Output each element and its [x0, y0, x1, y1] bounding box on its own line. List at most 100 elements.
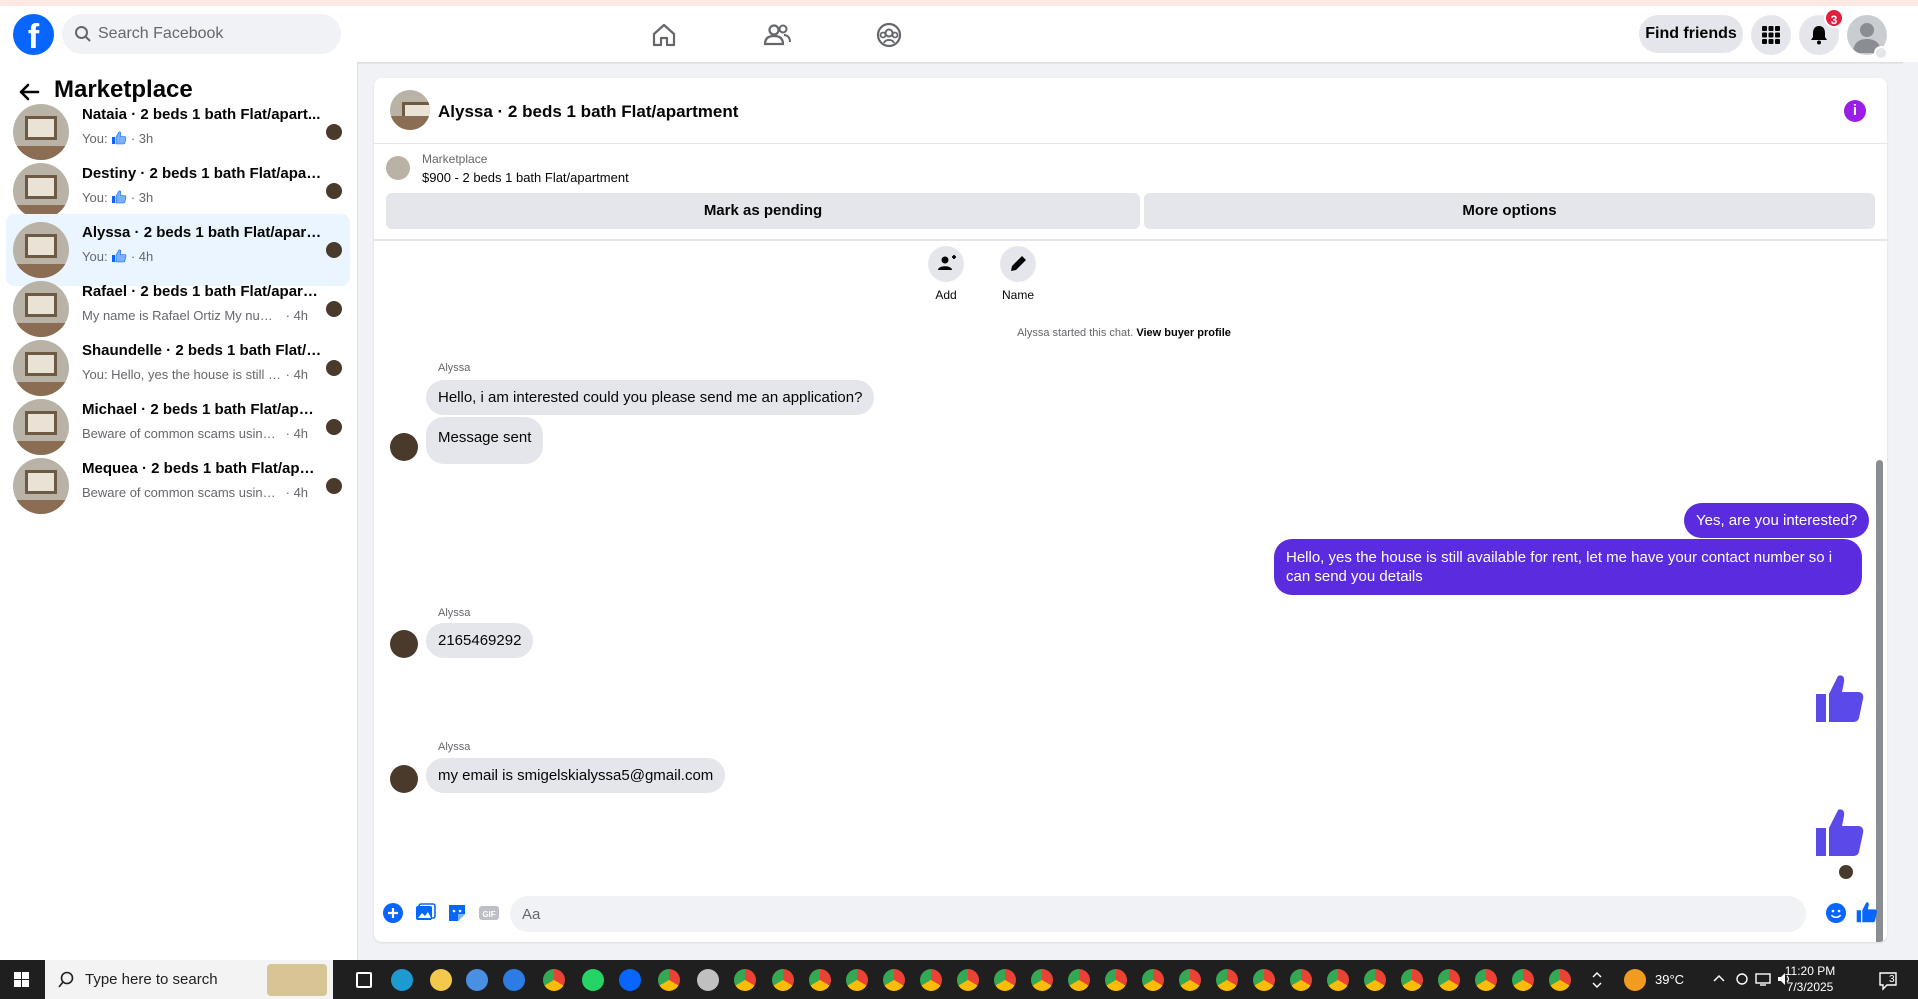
chrome-icon[interactable]	[809, 969, 831, 991]
chrome-icon[interactable]	[734, 969, 756, 991]
plus-icon[interactable]	[382, 902, 404, 924]
facebook-icon[interactable]	[619, 969, 641, 991]
divider	[374, 239, 1887, 241]
chrome-icon[interactable]	[957, 969, 979, 991]
send-like-icon[interactable]	[1855, 900, 1879, 924]
conversation-name: Rafael · 2 beds 1 bath Flat/apartm...	[82, 283, 322, 300]
chrome-icon[interactable]	[994, 969, 1016, 991]
chrome-icon[interactable]	[1142, 969, 1164, 991]
thumbs-up-icon	[112, 190, 127, 204]
outgoing-message[interactable]: Hello, yes the house is still available …	[1274, 539, 1862, 595]
pencil-icon[interactable]	[1000, 246, 1036, 282]
meet-now-icon[interactable]	[1734, 971, 1750, 987]
chrome-icon[interactable]	[846, 969, 868, 991]
chat-scrollbar[interactable]	[1874, 244, 1884, 942]
network-icon[interactable]	[1754, 971, 1772, 987]
home-icon[interactable]	[649, 20, 679, 50]
windows-start-icon[interactable]	[0, 960, 45, 999]
chrome-icon[interactable]	[920, 969, 942, 991]
incoming-message[interactable]: my email is smigelskialyssa5@gmail.com	[426, 758, 726, 793]
chrome-icon[interactable]	[1290, 969, 1312, 991]
chrome-icon[interactable]	[1179, 969, 1201, 991]
chrome-icon[interactable]	[1549, 969, 1571, 991]
emoji-icon[interactable]	[1825, 902, 1847, 924]
participant-avatar	[326, 478, 342, 494]
chrome-icon[interactable]	[772, 969, 794, 991]
chrome-icon[interactable]	[1068, 969, 1090, 991]
incoming-message[interactable]: Message sent	[426, 417, 544, 464]
thumbs-up-icon[interactable]	[1812, 804, 1868, 860]
app-icon[interactable]	[697, 969, 719, 991]
marketplace-sidebar: Marketplace Nataia · 2 beds 1 bath Flat/…	[0, 62, 358, 960]
account-chevron-icon[interactable]	[1874, 46, 1888, 60]
notification-center-icon[interactable]	[1877, 969, 1899, 991]
sender-avatar[interactable]	[390, 630, 418, 658]
mail-icon[interactable]	[503, 969, 525, 991]
info-icon[interactable]: i	[1844, 100, 1866, 122]
name-label: Name	[1001, 288, 1034, 302]
conversation-preview: My name is Rafael Ortiz My number 2... ·…	[82, 308, 322, 323]
task-view-icon[interactable]	[356, 972, 372, 988]
taskbar-clock[interactable]: 11:20 PM 7/3/2025	[1781, 963, 1839, 995]
menu-button[interactable]	[1751, 15, 1791, 55]
scrollbar-thumb[interactable]	[1876, 460, 1883, 942]
friends-icon[interactable]	[762, 20, 792, 50]
chrome-icon[interactable]	[883, 969, 905, 991]
chrome-icon[interactable]	[1512, 969, 1534, 991]
conversation-name: Nataia · 2 beds 1 bath Flat/apart...	[82, 106, 321, 123]
incoming-message[interactable]: 2165469292	[426, 623, 534, 658]
chrome-icon[interactable]	[1031, 969, 1053, 991]
chrome-icon[interactable]	[1216, 969, 1238, 991]
view-buyer-profile-link[interactable]: View buyer profile	[1136, 327, 1231, 339]
thumbs-up-icon[interactable]	[1812, 670, 1868, 726]
temperature[interactable]: 39°C	[1655, 972, 1684, 987]
listing-thumbnail	[13, 399, 69, 455]
chrome-icon[interactable]	[1475, 969, 1497, 991]
windows-taskbar: Type here to search 39°C 11:20 PM 7/3/20…	[0, 960, 1918, 999]
outgoing-message[interactable]: Yes, are you interested?	[1684, 503, 1870, 538]
edge-icon[interactable]	[391, 969, 413, 991]
chrome-icon[interactable]	[1105, 969, 1127, 991]
page-scrollbar[interactable]	[1903, 62, 1918, 960]
whatsapp-icon[interactable]	[582, 969, 604, 991]
photo-icon[interactable]	[414, 902, 436, 924]
chrome-icon[interactable]	[1253, 969, 1275, 991]
search-input[interactable]	[98, 14, 328, 54]
conversation-item[interactable]: Mequea · 2 beds 1 bath Flat/apart... Bewa…	[6, 450, 350, 522]
weather-icon[interactable]	[1624, 969, 1646, 991]
file-explorer-icon[interactable]	[430, 969, 452, 991]
message-input[interactable]	[510, 896, 1806, 932]
listing-thumbnail[interactable]	[390, 90, 430, 130]
chrome-icon[interactable]	[1438, 969, 1460, 991]
listing-price-title[interactable]: $900 - 2 beds 1 bath Flat/apartment	[422, 170, 629, 185]
add-contact-control[interactable]: Add	[916, 246, 976, 302]
show-more-apps-icon[interactable]	[1590, 969, 1604, 991]
groups-icon[interactable]	[874, 20, 904, 50]
preview-time: · 4h	[285, 308, 309, 323]
listing-small-thumbnail	[386, 156, 410, 180]
chrome-icon[interactable]	[1401, 969, 1423, 991]
facebook-logo[interactable]: f	[13, 14, 54, 56]
sender-name: Alyssa	[438, 362, 471, 374]
chrome-icon[interactable]	[658, 969, 680, 991]
store-icon[interactable]	[466, 969, 488, 991]
find-friends-button[interactable]: Find friends	[1639, 15, 1743, 53]
add-person-icon[interactable]	[928, 246, 964, 282]
incoming-message[interactable]: Hello, i am interested could you please …	[426, 380, 875, 415]
sticker-icon[interactable]	[446, 902, 468, 924]
name-control[interactable]: Name	[988, 246, 1048, 302]
gif-icon[interactable]: GIF	[478, 902, 500, 924]
chrome-icon[interactable]	[1327, 969, 1349, 991]
chrome-icon[interactable]	[543, 969, 565, 991]
taskbar-search[interactable]: Type here to search	[45, 960, 333, 999]
chat-title[interactable]: Alyssa · 2 beds 1 bath Flat/apartment	[438, 102, 738, 122]
mark-as-pending-button[interactable]: Mark as pending	[386, 193, 1140, 229]
chrome-icon[interactable]	[1364, 969, 1386, 991]
notification-center-count: 3	[1889, 974, 1895, 985]
search-box[interactable]	[62, 14, 341, 54]
tray-chevron-up-icon[interactable]	[1712, 972, 1726, 986]
sender-avatar[interactable]	[390, 433, 418, 461]
listing-thumbnail	[13, 163, 69, 219]
more-options-button[interactable]: More options	[1144, 193, 1875, 229]
sender-avatar[interactable]	[390, 765, 418, 793]
